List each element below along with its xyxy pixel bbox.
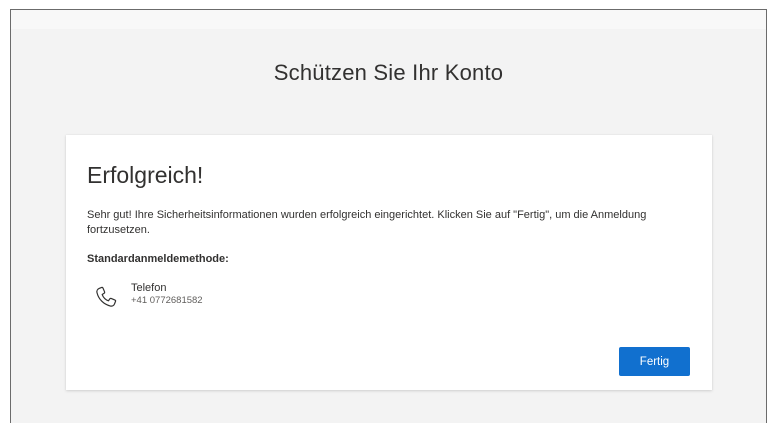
method-text: Telefon +41 0772681582 xyxy=(131,282,203,307)
page-title: Schützen Sie Ihr Konto xyxy=(273,60,504,85)
page-frame: Schützen Sie Ihr Konto Erfolgreich! Sehr… xyxy=(10,9,767,423)
success-card: Erfolgreich! Sehr gut! Ihre Sicherheitsi… xyxy=(66,135,712,390)
phone-icon xyxy=(96,286,117,307)
method-phone-number: +41 0772681582 xyxy=(131,295,203,306)
card-title: Erfolgreich! xyxy=(87,162,204,188)
success-message: Sehr gut! Ihre Sicherheitsinformationen … xyxy=(87,209,647,236)
default-method-label: Standardanmeldemethode: xyxy=(87,253,229,265)
done-button[interactable]: Fertig xyxy=(619,347,690,376)
default-method: Telefon +41 0772681582 xyxy=(92,282,203,311)
top-band xyxy=(11,10,766,29)
method-name: Telefon xyxy=(131,282,167,294)
